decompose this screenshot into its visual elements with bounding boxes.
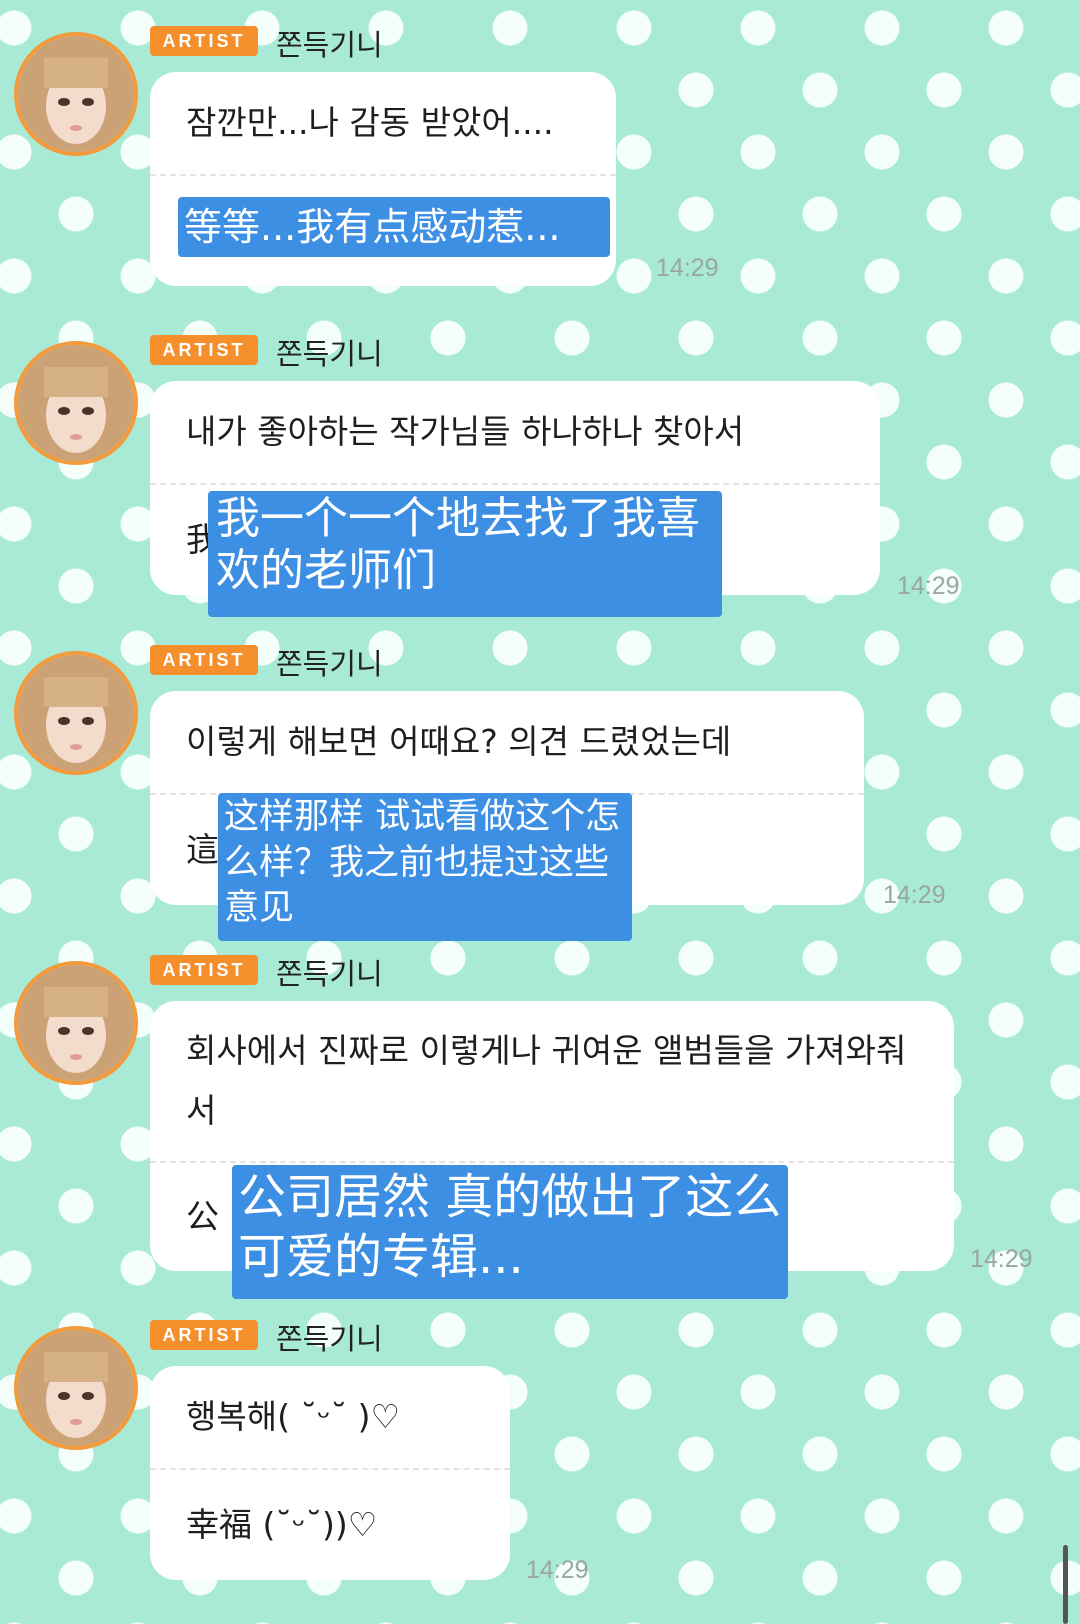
avatar[interactable] <box>14 32 138 156</box>
scrollbar-thumb[interactable] <box>1063 1545 1068 1624</box>
artist-badge: ARTIST <box>150 335 258 365</box>
timestamp: 14:29 <box>970 1245 1033 1273</box>
avatar[interactable] <box>14 961 138 1085</box>
avatar[interactable] <box>14 651 138 775</box>
original-text: 내가 좋아하는 작가님들 하나하나 찾아서 <box>186 412 745 451</box>
artist-badge: ARTIST <box>150 26 258 56</box>
sender-name[interactable]: 쫀득기니 <box>276 22 383 64</box>
translation-overlay: 等等...我有点感动惹... <box>178 197 610 257</box>
avatar[interactable] <box>14 341 138 465</box>
translation-divider <box>150 174 616 176</box>
artist-badge: ARTIST <box>150 645 258 675</box>
message-bubble[interactable]: 행복해( ˘ᵕ˘ )♡ 幸福 (˘ᵕ˘))♡ <box>150 1366 510 1580</box>
sender-name[interactable]: 쫀득기니 <box>276 331 383 373</box>
artist-badge: ARTIST <box>150 955 258 985</box>
sender-name[interactable]: 쫀득기니 <box>276 641 383 683</box>
sender-name[interactable]: 쫀득기니 <box>276 951 383 993</box>
original-text: 회사에서 진짜로 이렇게나 귀여운 앨범들을 가져와줘서 <box>186 1031 907 1130</box>
translated-text: 幸福 (˘ᵕ˘))♡ <box>186 1505 378 1544</box>
artist-badge: ARTIST <box>150 1320 258 1350</box>
translation-overlay: 这样那样 试试看做这个怎么样？我之前也提过这些意见 <box>218 793 632 941</box>
translation-overlay: 我一个一个地去找了我喜欢的老师们 <box>208 491 722 617</box>
translation-overlay: 公司居然 真的做出了这么可爱的专辑... <box>232 1165 788 1299</box>
avatar[interactable] <box>14 1326 138 1450</box>
original-text: 이렇게 해보면 어때요? 의견 드렸었는데 <box>186 722 732 761</box>
timestamp: 14:29 <box>883 881 946 909</box>
original-text: 잠깐만...나 감동 받았어.... <box>186 103 554 142</box>
sender-name[interactable]: 쫀득기니 <box>276 1316 383 1358</box>
original-text: 행복해( ˘ᵕ˘ )♡ <box>186 1397 401 1436</box>
timestamp: 14:29 <box>897 572 960 600</box>
timestamp: 14:29 <box>526 1556 589 1584</box>
timestamp: 14:29 <box>656 254 719 282</box>
